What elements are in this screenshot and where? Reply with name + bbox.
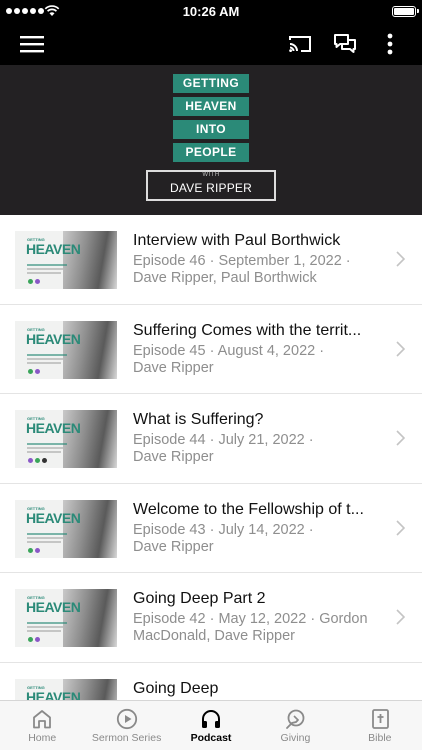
hero-title-line: HEAVEN — [173, 97, 249, 116]
tab-label: Sermon Series — [91, 732, 162, 744]
tab-label: Podcast — [190, 732, 232, 744]
episode-thumbnail: GETTING HEAVEN — [15, 678, 117, 700]
cast-icon — [289, 35, 311, 52]
home-icon — [33, 710, 52, 729]
status-bar: 10:26 AM — [0, 0, 422, 22]
episode-title: Interview with Paul Borthwick — [133, 232, 341, 249]
tab-giving[interactable]: Giving — [253, 701, 337, 750]
podcast-hero-banner: GETTING HEAVEN INTO PEOPLE DAVE RIPPER W… — [0, 65, 422, 215]
chat-button[interactable] — [325, 22, 365, 65]
more-vertical-icon — [387, 33, 393, 54]
hero-with-label: WITH — [202, 172, 220, 178]
bottom-tab-bar: Home Sermon Series Podcast Giving Bible — [0, 700, 422, 750]
tab-label: Home — [28, 732, 57, 744]
episode-row[interactable]: GETTING HEAVEN Suffering Comes with the t… — [0, 305, 422, 394]
tab-label: Giving — [280, 732, 311, 744]
episode-list: GETTING HEAVEN Interview with Paul Borthw… — [0, 215, 422, 700]
episode-meta: Episode 44 · July 21, 2022 · Dave Ripper — [133, 432, 314, 465]
chevron-right-icon — [396, 340, 405, 357]
episode-row[interactable]: GETTING HEAVEN What is Suffering? Episode… — [0, 394, 422, 484]
episode-thumbnail: GETTING HEAVEN — [15, 499, 117, 558]
bible-icon — [371, 709, 389, 729]
tab-label: Bible — [368, 732, 392, 744]
episode-row[interactable]: GETTING HEAVEN Going Deep — [0, 663, 422, 700]
hero-title-line: GETTING — [173, 74, 249, 93]
episode-title: Going Deep — [133, 679, 219, 697]
episode-thumbnail: GETTING HEAVEN — [15, 231, 117, 289]
episode-thumbnail: GETTING HEAVEN — [15, 410, 117, 468]
giving-icon — [286, 709, 305, 729]
episode-meta: Episode 45 · August 4, 2022 · Dave Ripper — [133, 342, 325, 376]
episode-row[interactable]: GETTING HEAVEN Welcome to the Fellowship … — [0, 484, 422, 573]
episode-meta: Episode 46 · September 1, 2022 · Dave Rip… — [133, 253, 351, 286]
episode-thumbnail: GETTING HEAVEN — [15, 320, 117, 379]
episode-row[interactable]: GETTING HEAVEN Interview with Paul Borthw… — [0, 215, 422, 305]
tab-bible[interactable]: Bible — [338, 701, 422, 750]
battery-icon — [392, 6, 419, 17]
episode-title: What is Suffering? — [133, 411, 264, 428]
chevron-right-icon — [396, 251, 405, 267]
hero-title-line: INTO — [173, 120, 249, 139]
menu-button[interactable] — [10, 22, 54, 65]
chevron-right-icon — [396, 519, 405, 536]
tab-sermon-series[interactable]: Sermon Series — [84, 701, 168, 750]
chevron-right-icon — [396, 609, 405, 625]
episode-thumbnail: GETTING HEAVEN — [15, 589, 117, 647]
more-button[interactable] — [372, 22, 408, 65]
tab-podcast[interactable]: Podcast — [169, 701, 253, 750]
cast-button[interactable] — [280, 22, 320, 65]
headphones-icon — [202, 710, 221, 728]
episode-title: Going Deep Part 2 — [133, 590, 266, 607]
episode-meta: Episode 43 · July 14, 2022 · Dave Ripper — [133, 521, 314, 555]
status-time: 10:26 AM — [182, 4, 240, 19]
chat-icon — [334, 33, 356, 53]
episode-title: Welcome to the Fellowship of t... — [133, 500, 364, 518]
hero-title-line: PEOPLE — [173, 143, 249, 162]
hamburger-icon — [20, 35, 44, 52]
tab-home[interactable]: Home — [0, 701, 84, 750]
play-circle-icon — [116, 708, 137, 730]
episode-meta: Episode 42 · May 12, 2022 · Gordon MacDon… — [133, 611, 368, 644]
top-nav-bar — [0, 22, 422, 65]
chevron-right-icon — [396, 430, 405, 446]
episode-row[interactable]: GETTING HEAVEN Going Deep Part 2 Episode … — [0, 573, 422, 663]
episode-title: Suffering Comes with the territ... — [133, 321, 362, 339]
